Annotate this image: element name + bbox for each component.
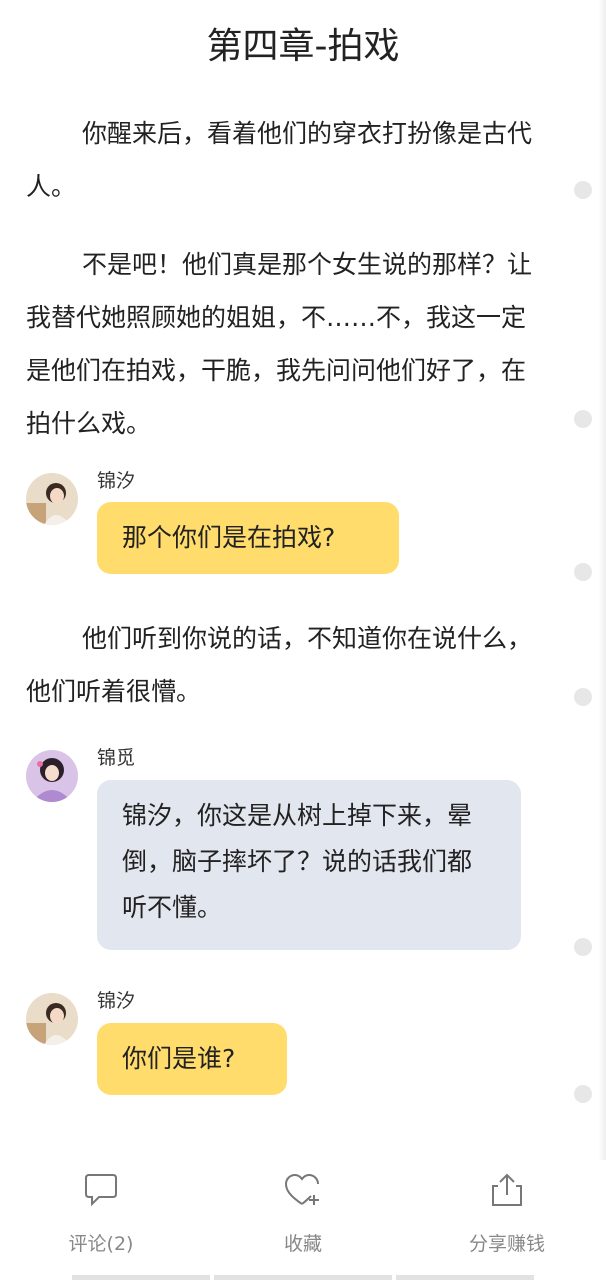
speaker-name: 锦觅 xyxy=(97,747,136,769)
chat-bubble: 锦汐，你这是从树上掉下来，晕倒，脑子摔坏了？说的话我们都听不懂。 xyxy=(97,780,521,950)
tab-underline xyxy=(396,1275,534,1280)
scroll-marker xyxy=(574,563,592,581)
comment-button[interactable]: 评论(2) xyxy=(40,1160,162,1260)
scroll-marker xyxy=(574,688,592,706)
bottom-action-bar: 评论(2) 收藏 分享赚钱 xyxy=(0,1160,606,1280)
tab-underline xyxy=(72,1275,210,1280)
favorite-label: 收藏 xyxy=(283,1233,322,1255)
share-button[interactable]: 分享赚钱 xyxy=(447,1160,567,1260)
avatar-jinxi[interactable] xyxy=(26,473,78,525)
heart-plus-icon xyxy=(284,1173,319,1205)
scroll-marker xyxy=(574,181,592,199)
chapter-title: 第四章-拍戏 xyxy=(206,26,400,67)
page-edge-shadow xyxy=(598,0,606,1280)
avatar-jinxi[interactable] xyxy=(26,993,78,1045)
speaker-name: 锦汐 xyxy=(97,990,136,1012)
comment-bubble-icon xyxy=(85,1174,117,1207)
comment-label: 评论(2) xyxy=(68,1233,134,1255)
scroll-marker xyxy=(574,938,592,956)
scroll-marker xyxy=(574,410,592,428)
chat-bubble: 你们是谁? xyxy=(97,1023,287,1095)
chat-bubble: 那个你们是在拍戏? xyxy=(97,502,399,574)
tab-underline xyxy=(214,1275,392,1280)
story-paragraph: 他们听到你说的话，不知道你在说什么，他们听着很懵。 xyxy=(26,624,533,706)
speaker-name: 锦汐 xyxy=(97,470,136,492)
scroll-marker xyxy=(574,1085,592,1103)
favorite-button[interactable]: 收藏 xyxy=(243,1160,363,1260)
share-label: 分享赚钱 xyxy=(468,1233,545,1255)
story-paragraph: 你醒来后，看着他们的穿衣打扮像是古代人。 xyxy=(26,119,533,201)
avatar-jinmi[interactable] xyxy=(26,750,78,802)
share-upload-icon xyxy=(492,1173,522,1206)
story-paragraph: 不是吧！他们真是那个女生说的那样？让我替代她照顾她的姐姐，不……不，我这一定是他… xyxy=(26,250,533,438)
